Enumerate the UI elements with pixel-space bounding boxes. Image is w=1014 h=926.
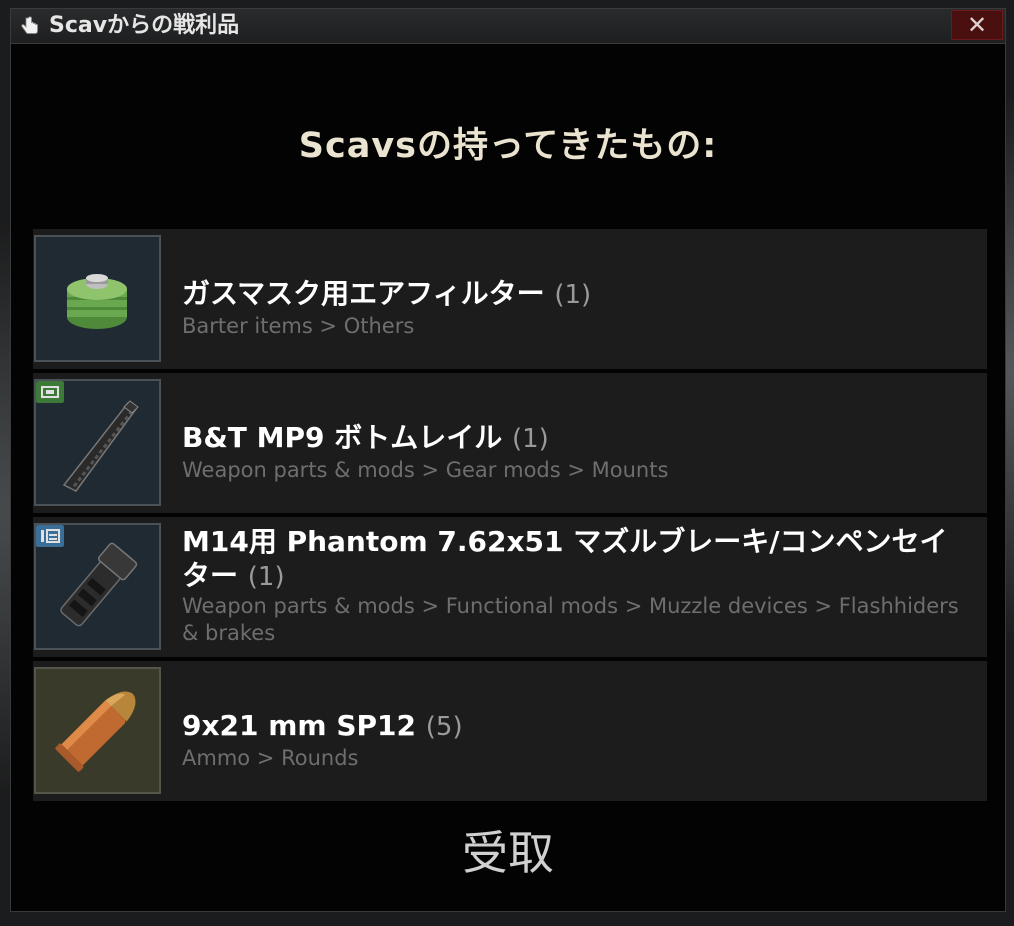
item-category: Ammo > Rounds: [182, 746, 359, 770]
item-thumbnail[interactable]: [34, 379, 161, 506]
item-name: B&T MP9 ボトムレイル: [182, 421, 503, 454]
item-thumbnail[interactable]: [34, 235, 161, 362]
loot-window: Scavからの戦利品 ✕ Scavsの持ってきたもの: ガスマスク用エアフィルタ…: [10, 8, 1006, 912]
loot-item-row[interactable]: B&T MP9 ボトムレイル (1) Weapon parts & mods >…: [33, 373, 987, 513]
item-thumbnail[interactable]: [34, 667, 161, 794]
loot-item-row[interactable]: ガスマスク用エアフィルター (1) Barter items > Others: [33, 229, 987, 369]
close-button[interactable]: ✕: [951, 10, 1003, 40]
item-title: M14用 Phantom 7.62x51 マズルブレーキ/コンペンセイター (1…: [182, 525, 972, 594]
item-category: Weapon parts & mods > Functional mods > …: [182, 594, 959, 645]
accept-button[interactable]: 受取: [11, 817, 1005, 883]
item-category: Barter items > Others: [182, 314, 415, 338]
item-title: B&T MP9 ボトムレイル (1): [182, 421, 972, 456]
item-thumbnail[interactable]: [34, 523, 161, 650]
item-title: 9x21 mm SP12 (5): [182, 709, 972, 744]
item-quantity: (1): [247, 562, 285, 592]
page-heading: Scavsの持ってきたもの:: [298, 126, 718, 166]
hand-pointer-icon: [21, 16, 38, 34]
functional-mod-badge-icon: [36, 525, 64, 547]
gas-filter-icon: [67, 274, 127, 329]
item-name: 9x21 mm SP12: [182, 709, 417, 742]
item-quantity: (1): [511, 424, 549, 454]
item-category: Weapon parts & mods > Gear mods > Mounts: [182, 458, 669, 482]
ammo-round-icon: [55, 691, 136, 772]
item-quantity: (5): [425, 712, 463, 742]
item-name: M14用 Phantom 7.62x51 マズルブレーキ/コンペンセイター: [182, 525, 948, 592]
close-icon: ✕: [966, 11, 988, 39]
window-titlebar[interactable]: Scavからの戦利品 ✕: [11, 9, 1005, 44]
item-title: ガスマスク用エアフィルター (1): [182, 277, 972, 312]
item-quantity: (1): [554, 280, 592, 310]
loot-item-row[interactable]: M14用 Phantom 7.62x51 マズルブレーキ/コンペンセイター (1…: [33, 517, 987, 657]
gear-mod-badge-icon: [36, 381, 64, 403]
loot-item-row[interactable]: 9x21 mm SP12 (5) Ammo > Rounds: [33, 661, 987, 801]
item-name: ガスマスク用エアフィルター: [182, 277, 545, 310]
window-title: Scavからの戦利品: [49, 13, 240, 38]
